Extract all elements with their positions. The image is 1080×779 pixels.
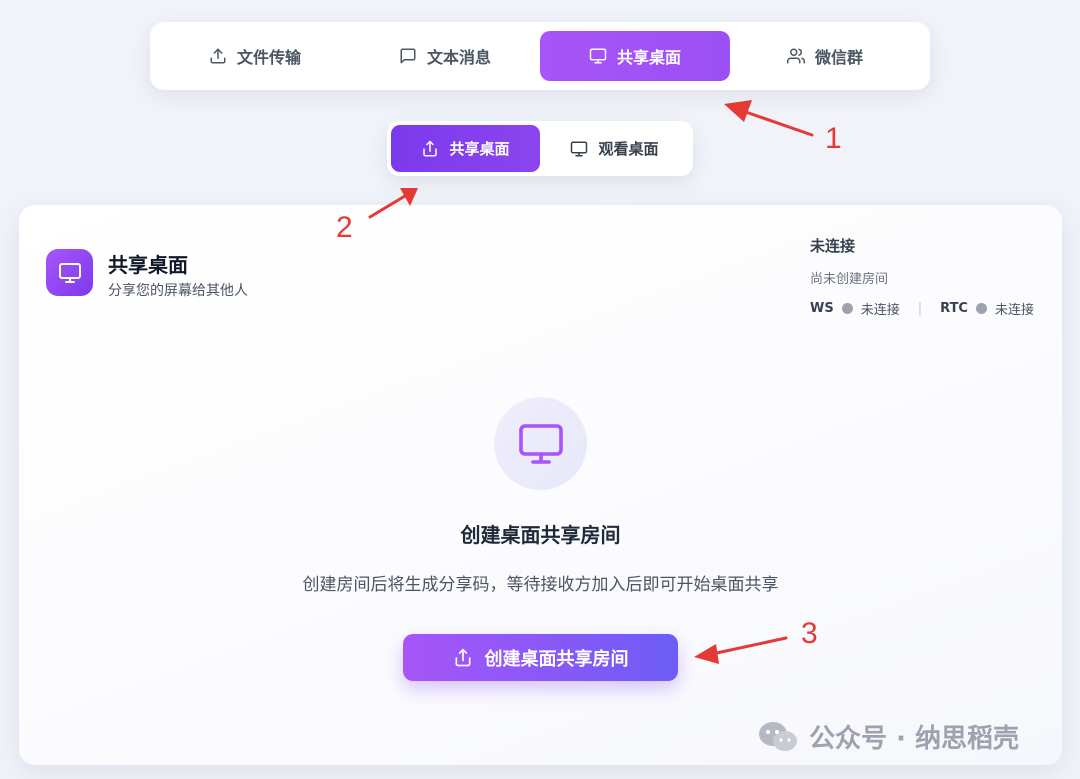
watermark: 公众号 · 纳思稻壳 <box>757 718 1019 755</box>
watermark-text: 公众号 · 纳思稻壳 <box>809 724 1019 754</box>
annotation-number-3: 3 <box>801 617 818 650</box>
annotation-number-1: 1 <box>825 122 842 155</box>
annotation-arrow-2 <box>368 188 418 219</box>
wechat-icon <box>757 720 799 754</box>
annotation-arrows <box>368 100 814 664</box>
annotation-arrow-3 <box>694 636 788 664</box>
annotation-arrow-1 <box>724 100 814 137</box>
annotation-number-2: 2 <box>336 211 353 244</box>
